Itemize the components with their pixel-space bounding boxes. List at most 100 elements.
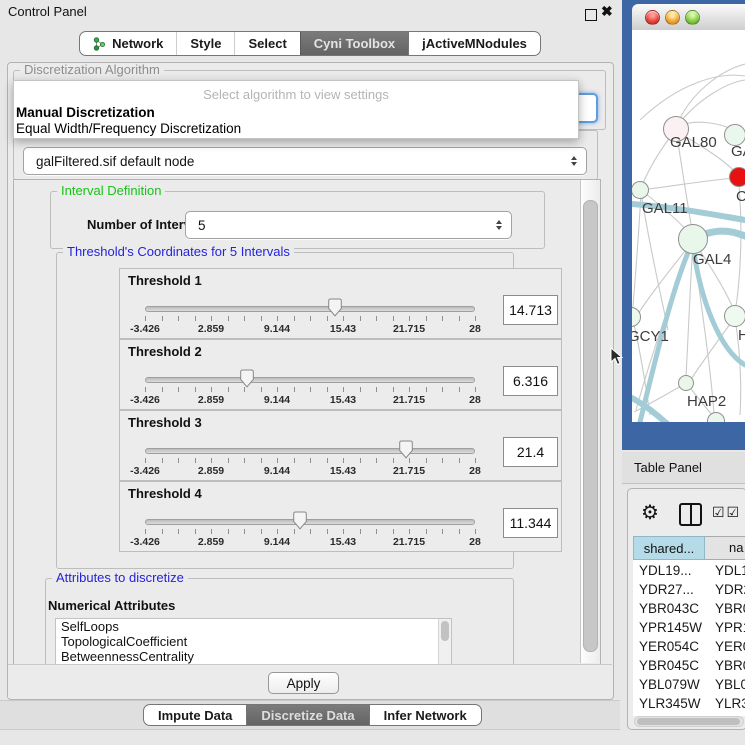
threshold-slider[interactable]: -3.4262.8599.14415.4321.71528 [145,303,475,335]
tick-label: 2.859 [198,323,224,335]
tab-infer-network[interactable]: Infer Network [369,705,481,725]
tick-label: 15.43 [330,465,356,477]
network-canvas[interactable]: GAL80GACGAL11GAL4GCY1HHAP2 [632,30,745,422]
tick-label: -3.426 [130,465,160,477]
threshold-slider[interactable]: -3.4262.8599.14415.4321.71528 [145,374,475,406]
close-icon[interactable]: ✖ [601,3,613,20]
threshold-panel: Threshold 1 -3.4262.8599.14415.4321.7152… [119,268,562,339]
slider-thumb[interactable] [328,298,343,322]
dropdown-option-equal-width-frequency[interactable]: Equal Width/Frequency Discretization [16,121,241,136]
table-row[interactable]: YPR145WYPR1 [633,618,745,637]
threshold-slider[interactable]: -3.4262.8599.14415.4321.71528 [145,445,475,477]
tab-discretize-data[interactable]: Discretize Data [246,705,368,725]
tick-label: 21.715 [393,536,425,548]
table-row[interactable]: YDR27...YDR2 [633,580,745,599]
network-node-gal4[interactable] [678,224,708,254]
slider-thumb[interactable] [293,511,308,535]
cell-name: YDR2 [715,580,745,599]
slider-track[interactable] [145,377,475,383]
tab-cyni-toolbox[interactable]: Cyni Toolbox [300,32,408,55]
threshold-label: Threshold 4 [128,486,202,501]
threshold-label: Threshold 3 [128,415,202,430]
attribute-item[interactable]: BetweennessCentrality [56,649,451,664]
float-icon[interactable] [585,9,597,21]
node-label: C [736,188,745,205]
numerical-attributes-list[interactable]: SelfLoopsTopologicalCoefficientBetweenne… [55,618,452,666]
horizontal-scrollbar-thumb[interactable] [637,718,740,725]
attribute-item[interactable]: SelfLoops [56,619,451,634]
network-window-titlebar[interactable] [632,4,745,31]
slider-track[interactable] [145,448,475,454]
number-of-intervals-combobox[interactable]: 5 [185,211,512,239]
threshold-value-field[interactable]: 14.713 [503,295,558,325]
slider-ticks [145,458,475,464]
column-header-shared-name[interactable]: shared... [633,536,705,560]
cell-name: YER0 [715,637,745,656]
column-header-name[interactable]: na [705,536,745,560]
window-close-icon[interactable] [645,10,660,25]
tab-network[interactable]: Network [80,32,176,55]
window-minimize-icon[interactable] [665,10,680,25]
control-panel-tab-bar: Network Style Select Cyni Toolbox jActiv… [0,31,620,56]
tick-label: 9.144 [264,394,290,406]
table-row[interactable]: YBR043CYBR0 [633,599,745,618]
cell-shared-name: YLR345W [639,694,701,713]
cell-name: YLR3 [715,694,745,713]
threshold-value-field[interactable]: 11.344 [503,508,558,538]
network-node-c[interactable] [729,167,745,187]
cell-name: YPR1 [715,618,745,637]
table-row[interactable]: YBL079WYBL0 [633,675,745,694]
tab-jactivemnodules[interactable]: jActiveMNodules [408,32,540,55]
tab-style[interactable]: Style [176,32,234,55]
tick-label: 28 [469,465,481,477]
slider-tick-labels: -3.4262.8599.14415.4321.71528 [145,536,475,548]
table-row[interactable]: YDL19...YDL1 [633,561,745,580]
network-node-h[interactable] [724,305,745,327]
table-panel-title: Table Panel [634,460,702,475]
attribute-item[interactable]: TopologicalCoefficient [56,634,451,649]
cell-name: YBR0 [715,656,745,675]
discretization-algorithm-group-title: Discretization Algorithm [20,63,164,77]
slider-track[interactable] [145,306,475,312]
tick-label: 9.144 [264,536,290,548]
combo-spinner-icon [496,220,502,230]
tick-label: 9.144 [264,465,290,477]
tick-label: 21.715 [393,465,425,477]
threshold-value-field[interactable]: 21.4 [503,437,558,467]
node-label: GAL11 [642,200,688,217]
slider-thumb[interactable] [240,369,255,393]
table-data-combobox[interactable]: galFiltered.sif default node [23,147,587,175]
gear-icon[interactable]: ⚙ [641,500,659,525]
numerical-attributes-label: Numerical Attributes [48,598,175,613]
slider-ticks [145,529,475,535]
control-panel-title: Control Panel [8,4,87,19]
thresholds-group: Threshold's Coordinates for 5 Intervals … [56,252,514,569]
network-node-hap2[interactable] [678,375,694,391]
apply-button[interactable]: Apply [268,672,339,694]
table-row[interactable]: YER054CYER0 [633,637,745,656]
split-view-icon[interactable] [679,503,702,526]
tick-label: 21.715 [393,323,425,335]
tick-label: 2.859 [198,394,224,406]
horizontal-scrollbar[interactable] [634,716,744,727]
cell-shared-name: YBL079W [639,675,700,694]
slider-ticks [145,316,475,322]
window-zoom-icon[interactable] [685,10,700,25]
slider-thumb[interactable] [398,440,413,464]
node-table[interactable]: YDL19...YDL1YDR27...YDR2YBR043CYBR0YPR14… [633,560,745,716]
tab-select[interactable]: Select [234,32,299,55]
table-row[interactable]: YLR345W YLR3 [633,694,745,713]
tab-impute-data[interactable]: Impute Data [144,705,246,725]
table-row[interactable]: YBR045CYBR0 [633,656,745,675]
tick-label: -3.426 [130,536,160,548]
column-checkboxes-icon[interactable]: ☑☑ [712,504,741,521]
slider-track[interactable] [145,519,475,525]
threshold-value-field[interactable]: 6.316 [503,366,558,396]
tick-label: -3.426 [130,394,160,406]
attributes-list-scrollbar[interactable] [438,619,451,665]
dropdown-option-manual-discretization[interactable]: Manual Discretization [16,105,155,120]
cell-shared-name: YDL19... [639,561,692,580]
threshold-slider[interactable]: -3.4262.8599.14415.4321.71528 [145,516,475,548]
bottom-tab-bar: Impute Data Discretize Data Infer Networ… [143,704,482,726]
vertical-scrollbar-thumb[interactable] [583,200,598,652]
